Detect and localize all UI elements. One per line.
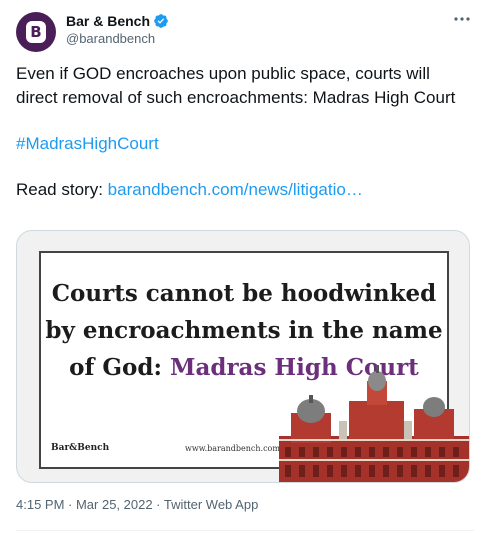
- display-name[interactable]: Bar & Bench: [66, 13, 150, 29]
- read-story-label: Read story:: [16, 180, 103, 199]
- hashtag-link[interactable]: #MadrasHighCourt: [16, 134, 159, 153]
- madras-high-court-building-image: [279, 365, 469, 482]
- handle[interactable]: @barandbench: [66, 31, 155, 46]
- tweet-body: Even if GOD encroaches upon public space…: [16, 64, 456, 107]
- verified-badge-icon: [154, 14, 168, 28]
- tweet-text: Even if GOD encroaches upon public space…: [16, 62, 474, 202]
- tweet-timestamp[interactable]: 4:15 PM · Mar 25, 2022 · Twitter Web App: [16, 497, 258, 512]
- author-name-row: Bar & Bench: [66, 13, 169, 29]
- card-logo: Bar&Bench: [51, 443, 110, 453]
- avatar-letter: B: [26, 21, 46, 43]
- link-preview-card[interactable]: Courts cannot be hoodwinked by encroachm…: [16, 230, 470, 483]
- card-site-url: www.barandbench.com: [185, 444, 280, 453]
- story-link[interactable]: barandbench.com/news/litigatio…: [108, 180, 363, 199]
- divider: [16, 530, 474, 531]
- more-options-icon[interactable]: [452, 12, 472, 26]
- tweet: B Bar & Bench @barandbench Even if GOD e…: [0, 0, 490, 533]
- avatar[interactable]: B: [16, 12, 56, 52]
